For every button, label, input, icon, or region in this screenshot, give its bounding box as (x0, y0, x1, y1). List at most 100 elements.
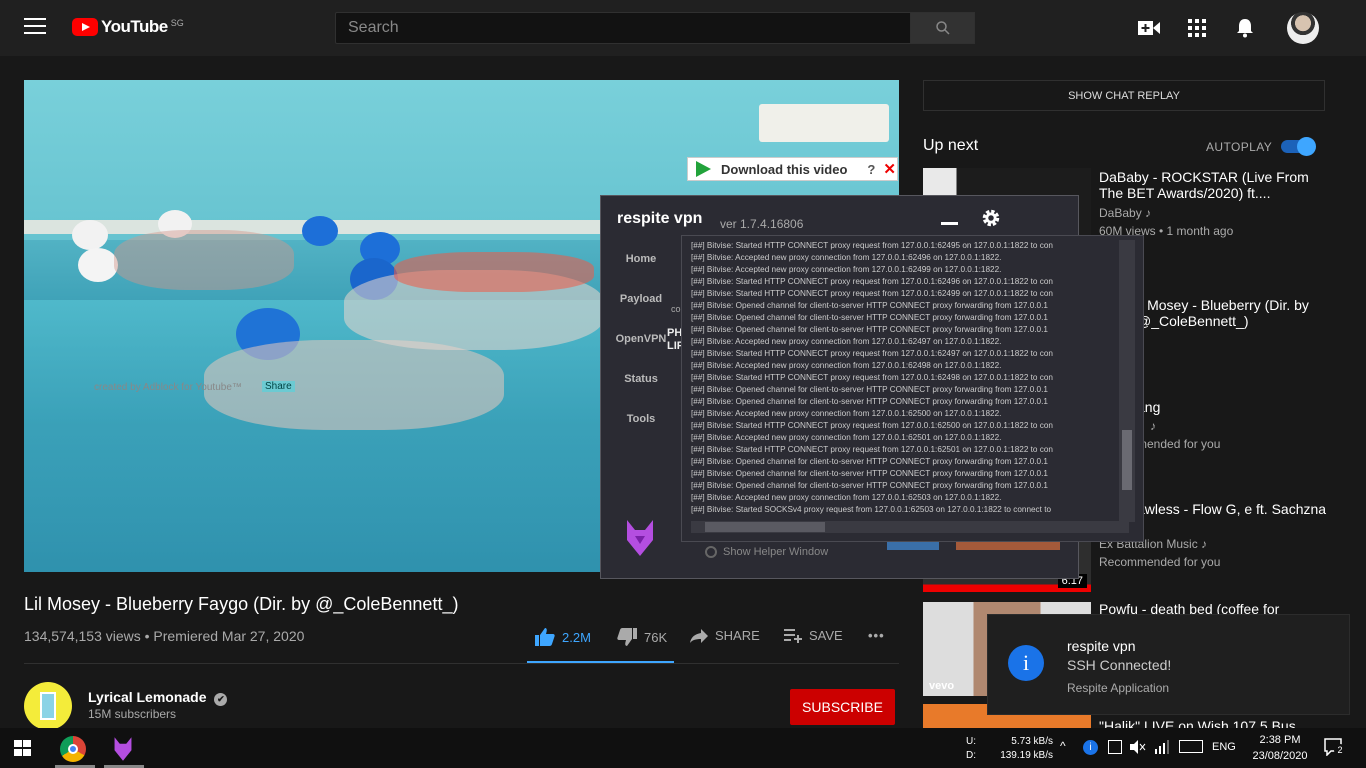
share-button[interactable]: SHARE (690, 628, 760, 643)
language-indicator[interactable]: ENG (1212, 741, 1236, 753)
info-tray-icon[interactable]: i (1083, 740, 1098, 755)
vpn-nav-home[interactable]: Home (601, 253, 681, 265)
log-line: [##] Bitvise: Accepted new proxy connect… (691, 409, 1002, 418)
action-center-icon[interactable]: 2 (1324, 738, 1346, 758)
like-button[interactable]: 2.2M (535, 628, 591, 646)
vpn-nav-payload[interactable]: Payload (601, 293, 681, 305)
recommended-meta: Recommended for you (1099, 555, 1221, 569)
user-avatar[interactable] (1287, 12, 1319, 44)
log-horizontal-scrollbar[interactable] (691, 521, 1129, 533)
up-next-heading: Up next (923, 137, 979, 154)
adblock-credit: created by Adblock for Youtube™ (94, 382, 242, 393)
battery-tray-icon[interactable] (1108, 740, 1122, 754)
wolf-logo-icon (623, 518, 657, 558)
show-hidden-icons-chevron-icon[interactable]: ^ (1060, 739, 1066, 753)
show-helper-window-toggle[interactable]: Show Helper Window (705, 546, 828, 558)
vpn-field-label: co (671, 304, 681, 314)
search-input[interactable]: Search (335, 12, 911, 44)
vpn-app-title: respite vpn (617, 210, 703, 227)
thumbs-down-icon (617, 628, 637, 646)
swimmer-cap (78, 248, 118, 282)
recommended-title[interactable]: awless - Flow G, e ft. Sachzna (1137, 501, 1357, 517)
respite-vpn-taskbar-icon[interactable] (110, 736, 136, 762)
search-icon (935, 21, 950, 35)
share-label: SHARE (715, 628, 760, 643)
swimmer-cap (302, 216, 338, 246)
log-line: [##] Bitvise: Started HTTP CONNECT proxy… (691, 421, 1053, 430)
channel-name[interactable]: Lyrical Lemonade ✔ (88, 689, 228, 706)
upload-label: U: (966, 736, 976, 747)
upload-speed: 5.73 kB/s (1011, 736, 1053, 747)
helper-label: Show Helper Window (723, 546, 829, 558)
volume-icon[interactable] (1130, 740, 1146, 757)
download-label: D: (966, 750, 976, 761)
show-chat-replay-button[interactable]: SHOW CHAT REPLAY (923, 80, 1325, 111)
network-wifi-icon[interactable] (1154, 740, 1170, 757)
youtube-logo[interactable]: YouTube SG (72, 17, 184, 37)
vpn-log-window: [##] Bitvise: Started HTTP CONNECT proxy… (681, 235, 1144, 542)
download-close-icon[interactable]: ✕ (883, 160, 896, 178)
apps-grid-icon[interactable] (1185, 16, 1209, 40)
system-clock[interactable]: 2:38 PM 23/08/2020 (1245, 732, 1315, 764)
download-label[interactable]: Download this video (721, 162, 847, 177)
channel-name-text: Lyrical Lemonade (88, 689, 207, 705)
recommended-channel: ♪ (1150, 419, 1156, 433)
save-label: SAVE (809, 628, 843, 643)
dislike-button[interactable]: 76K (617, 628, 667, 646)
chrome-icon[interactable] (60, 736, 86, 762)
log-line: [##] Bitvise: Accepted new proxy connect… (691, 337, 1002, 346)
view-count: 134,574,153 views • Premiered Mar 27, 20… (24, 628, 305, 644)
recommended-title[interactable]: ll Mosey - Blueberry (Dir. by @_ColeBenn… (1137, 297, 1357, 329)
download-help-icon[interactable]: ? (867, 162, 875, 177)
save-button[interactable]: SAVE (784, 628, 843, 643)
log-lines: [##] Bitvise: Started HTTP CONNECT proxy… (691, 240, 1119, 516)
create-video-icon[interactable] (1137, 16, 1161, 40)
subscribe-button[interactable]: SUBSCRIBE (790, 689, 895, 725)
log-line: [##] Bitvise: Opened channel for client-… (691, 385, 1048, 394)
vpn-nav-status[interactable]: Status (601, 373, 681, 385)
subscriber-count: 15M subscribers (88, 707, 177, 721)
recommended-title[interactable]: ang (1137, 399, 1357, 415)
log-line: [##] Bitvise: Accepted new proxy connect… (691, 253, 1002, 262)
channel-avatar[interactable] (24, 682, 72, 730)
share-arrow-icon (690, 628, 708, 643)
notification-app: Respite Application (1067, 681, 1170, 695)
log-line: [##] Bitvise: Accepted new proxy connect… (691, 433, 1002, 442)
notification-count-badge: 2 (1334, 744, 1346, 756)
radio-icon (705, 546, 717, 558)
video-frame-object (759, 104, 889, 142)
toast-notification[interactable]: i respite vpn SSH Connected! Respite App… (987, 614, 1350, 715)
recommended-title[interactable]: DaBaby - ROCKSTAR (Live From The BET Awa… (1099, 169, 1319, 201)
recommended-title[interactable]: "Halik" LIVE on Wish 107.5 Bus (1099, 718, 1319, 728)
swimmer-body (114, 230, 294, 290)
log-line: [##] Bitvise: Opened channel for client-… (691, 397, 1048, 406)
log-line: [##] Bitvise: Started HTTP CONNECT proxy… (691, 349, 1053, 358)
thumbs-up-icon (535, 628, 555, 646)
clock-time: 2:38 PM (1259, 734, 1301, 746)
log-line: [##] Bitvise: Opened channel for client-… (691, 313, 1048, 322)
log-line: [##] Bitvise: Started HTTP CONNECT proxy… (691, 277, 1053, 286)
log-line: [##] Bitvise: Accepted new proxy connect… (691, 493, 1002, 502)
search-button[interactable] (910, 12, 975, 44)
more-actions-button[interactable]: ••• (868, 628, 885, 643)
region-label: SG (170, 17, 184, 28)
log-vertical-scrollbar[interactable] (1119, 240, 1135, 522)
windows-start-icon[interactable] (14, 740, 32, 757)
autoplay-toggle[interactable] (1281, 137, 1316, 156)
download-speed: 139.19 kB/s (1000, 750, 1053, 761)
log-line: [##] Bitvise: Started HTTP CONNECT proxy… (691, 241, 1053, 250)
keyboard-icon[interactable] (1179, 740, 1203, 753)
minimize-icon[interactable] (941, 222, 958, 225)
swimmer-body (204, 340, 504, 430)
download-arrow-icon (696, 161, 711, 177)
recommended-channel[interactable]: DaBaby ♪ (1099, 206, 1151, 220)
gear-icon[interactable] (979, 206, 1003, 230)
vpn-version: ver 1.7.4.16806 (720, 217, 804, 231)
add-to-playlist-icon (784, 628, 802, 643)
download-video-bar[interactable]: Download this video ? ✕ (687, 157, 898, 181)
vpn-nav-tools[interactable]: Tools (601, 413, 681, 425)
share-link[interactable]: Share (262, 381, 295, 392)
log-line: [##] Bitvise: Opened channel for client-… (691, 457, 1048, 466)
notifications-bell-icon[interactable] (1233, 16, 1257, 40)
menu-icon[interactable] (24, 18, 46, 38)
